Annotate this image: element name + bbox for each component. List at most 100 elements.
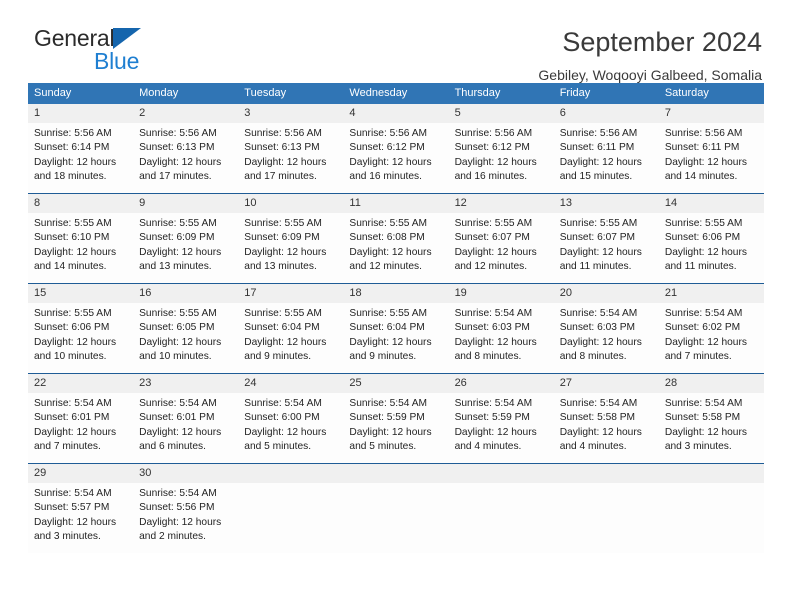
day-detail-line: Daylight: 12 hours xyxy=(34,336,117,348)
day-number: 20 xyxy=(553,284,659,303)
day-number: 14 xyxy=(658,194,764,213)
day-detail-line: and 5 minutes. xyxy=(349,441,417,453)
day-detail-line: and 7 minutes. xyxy=(664,351,732,363)
day-detail-line: and 4 minutes. xyxy=(454,441,522,453)
day-detail-line: Sunrise: 5:55 AM xyxy=(139,218,217,229)
day-details: Sunrise: 5:54 AM Sunset: 6:00 PM Daylight:… xyxy=(238,393,343,455)
day-detail-line: Sunrise: 5:54 AM xyxy=(664,398,743,409)
day-detail-line: and 11 minutes. xyxy=(559,261,632,273)
day-details: Sunrise: 5:56 AM Sunset: 6:14 PM Daylight:… xyxy=(28,123,133,185)
day-detail-line: Daylight: 12 hours xyxy=(454,426,537,438)
day-number: 7 xyxy=(658,104,764,123)
day-cell-3[interactable]: 3 Sunrise: 5:56 AM Sunset: 6:13 PM Daylight… xyxy=(238,104,344,193)
day-detail-line: and 12 minutes. xyxy=(349,261,422,273)
general-blue-logo: General Blue xyxy=(28,26,228,74)
weekday-header-monday: Monday xyxy=(139,87,179,99)
day-detail-line: Daylight: 12 hours xyxy=(664,336,747,348)
day-details: Sunrise: 5:54 AM Sunset: 5:58 PM Daylight:… xyxy=(554,393,659,455)
calendar-table: Sunday Monday Tuesday Wednesday Thursday Frid… xyxy=(28,83,764,553)
day-details: Sunrise: 5:55 AM Sunset: 6:10 PM Daylight:… xyxy=(28,213,133,275)
day-cell-6[interactable]: 6 Sunrise: 5:56 AM Sunset: 6:11 PM Daylight… xyxy=(553,104,659,193)
day-number: 24 xyxy=(238,374,344,393)
day-detail-line: Sunset: 6:05 PM xyxy=(139,322,215,334)
day-cell-18[interactable]: 18 Sunrise: 5:55 AM Sunset: 6:04 PM Dayligh… xyxy=(343,284,449,373)
day-detail-line: Sunrise: 5:56 AM xyxy=(34,128,112,139)
day-cell-7[interactable]: 7 Sunrise: 5:56 AM Sunset: 6:11 PM Daylight… xyxy=(658,104,764,193)
day-detail-line: and 3 minutes. xyxy=(34,531,101,543)
day-cell-16[interactable]: 16 Sunrise: 5:55 AM Sunset: 6:05 PM Dayligh… xyxy=(133,284,239,373)
day-cell-26[interactable]: 26 Sunrise: 5:54 AM Sunset: 5:59 PM Dayligh… xyxy=(448,374,554,463)
day-number: 10 xyxy=(238,194,344,213)
day-details: Sunrise: 5:55 AM Sunset: 6:06 PM Daylight:… xyxy=(28,303,133,365)
day-cell-11[interactable]: 11 Sunrise: 5:55 AM Sunset: 6:08 PM Dayligh… xyxy=(343,194,449,283)
day-detail-line: Daylight: 12 hours xyxy=(244,156,327,168)
logo-triangle-icon xyxy=(113,28,142,49)
day-detail-line: Sunset: 5:58 PM xyxy=(664,412,741,424)
day-detail-line: and 13 minutes. xyxy=(139,261,212,273)
day-detail-line: and 10 minutes. xyxy=(139,351,212,363)
calendar-week-row: 15 Sunrise: 5:55 AM Sunset: 6:06 PM Dayligh… xyxy=(28,283,764,373)
day-cell-20[interactable]: 20 Sunrise: 5:54 AM Sunset: 6:03 PM Dayligh… xyxy=(553,284,659,373)
day-detail-line: Daylight: 12 hours xyxy=(244,426,327,438)
day-cell-10[interactable]: 10 Sunrise: 5:55 AM Sunset: 6:09 PM Dayligh… xyxy=(238,194,344,283)
day-cell-17[interactable]: 17 Sunrise: 5:55 AM Sunset: 6:04 PM Dayligh… xyxy=(238,284,344,373)
day-detail-line: Sunrise: 5:54 AM xyxy=(349,398,428,409)
day-detail-line: Sunset: 6:12 PM xyxy=(349,142,425,154)
day-detail-line: Daylight: 12 hours xyxy=(349,426,432,438)
day-detail-line: Daylight: 12 hours xyxy=(559,336,642,348)
day-detail-line: and 8 minutes. xyxy=(559,351,627,363)
day-cell-27[interactable]: 27 Sunrise: 5:54 AM Sunset: 5:58 PM Dayligh… xyxy=(553,374,659,463)
day-detail-line: Sunrise: 5:55 AM xyxy=(664,218,743,229)
day-detail-line: Sunset: 6:06 PM xyxy=(34,322,110,334)
day-detail-line: Sunrise: 5:56 AM xyxy=(139,128,217,139)
day-cell-14[interactable]: 14 Sunrise: 5:55 AM Sunset: 6:06 PM Dayligh… xyxy=(658,194,764,283)
day-detail-line: Sunset: 5:57 PM xyxy=(34,502,110,514)
day-cell-empty xyxy=(343,464,449,553)
day-detail-line: and 5 minutes. xyxy=(244,441,312,453)
day-cell-5[interactable]: 5 Sunrise: 5:56 AM Sunset: 6:12 PM Daylight… xyxy=(448,104,554,193)
day-cell-28[interactable]: 28 Sunrise: 5:54 AM Sunset: 5:58 PM Dayligh… xyxy=(658,374,764,463)
day-detail-line: Sunset: 6:01 PM xyxy=(34,412,110,424)
day-cell-empty xyxy=(448,464,554,553)
day-cell-13[interactable]: 13 Sunrise: 5:55 AM Sunset: 6:07 PM Dayligh… xyxy=(553,194,659,283)
day-cell-8[interactable]: 8 Sunrise: 5:55 AM Sunset: 6:10 PM Daylight… xyxy=(28,194,134,283)
logo-text-blue: Blue xyxy=(94,48,140,74)
day-number: 26 xyxy=(448,374,554,393)
day-detail-line: and 6 minutes. xyxy=(139,441,206,453)
day-number: 3 xyxy=(238,104,344,123)
day-detail-line: Daylight: 12 hours xyxy=(664,426,747,438)
day-cell-1[interactable]: 1 Sunrise: 5:56 AM Sunset: 6:14 PM Daylight… xyxy=(28,104,134,193)
day-cell-12[interactable]: 12 Sunrise: 5:55 AM Sunset: 6:07 PM Dayligh… xyxy=(448,194,554,283)
day-cell-29[interactable]: 29 Sunrise: 5:54 AM Sunset: 5:57 PM Dayligh… xyxy=(28,464,134,553)
day-details: Sunrise: 5:54 AM Sunset: 6:03 PM Daylight:… xyxy=(449,303,554,365)
day-number: 2 xyxy=(133,104,239,123)
day-detail-line: Sunrise: 5:55 AM xyxy=(244,218,322,229)
day-cell-22[interactable]: 22 Sunrise: 5:54 AM Sunset: 6:01 PM Dayligh… xyxy=(28,374,134,463)
day-details: Sunrise: 5:55 AM Sunset: 6:06 PM Daylight:… xyxy=(659,213,764,275)
day-cell-15[interactable]: 15 Sunrise: 5:55 AM Sunset: 6:06 PM Dayligh… xyxy=(28,284,134,373)
day-details: Sunrise: 5:55 AM Sunset: 6:08 PM Daylight:… xyxy=(343,213,448,275)
day-detail-line: Sunrise: 5:55 AM xyxy=(139,308,217,319)
day-cell-21[interactable]: 21 Sunrise: 5:54 AM Sunset: 6:02 PM Dayligh… xyxy=(658,284,764,373)
day-cell-24[interactable]: 24 Sunrise: 5:54 AM Sunset: 6:00 PM Dayligh… xyxy=(238,374,344,463)
day-cell-2[interactable]: 2 Sunrise: 5:56 AM Sunset: 6:13 PM Daylight… xyxy=(133,104,239,193)
day-cell-4[interactable]: 4 Sunrise: 5:56 AM Sunset: 6:12 PM Daylight… xyxy=(343,104,449,193)
day-number: 16 xyxy=(133,284,239,303)
day-details: Sunrise: 5:55 AM Sunset: 6:05 PM Daylight:… xyxy=(133,303,238,365)
day-details: Sunrise: 5:55 AM Sunset: 6:07 PM Daylight:… xyxy=(449,213,554,275)
day-detail-line: Sunset: 6:12 PM xyxy=(454,142,530,154)
day-details: Sunrise: 5:56 AM Sunset: 6:11 PM Daylight:… xyxy=(554,123,659,185)
day-cell-23[interactable]: 23 Sunrise: 5:54 AM Sunset: 6:01 PM Dayligh… xyxy=(133,374,239,463)
day-detail-line: Daylight: 12 hours xyxy=(139,246,222,258)
day-details: Sunrise: 5:54 AM Sunset: 6:01 PM Daylight:… xyxy=(28,393,133,455)
day-detail-line: and 10 minutes. xyxy=(34,351,107,363)
day-cell-19[interactable]: 19 Sunrise: 5:54 AM Sunset: 6:03 PM Dayligh… xyxy=(448,284,554,373)
day-cell-9[interactable]: 9 Sunrise: 5:55 AM Sunset: 6:09 PM Daylight… xyxy=(133,194,239,283)
day-cell-25[interactable]: 25 Sunrise: 5:54 AM Sunset: 5:59 PM Dayligh… xyxy=(343,374,449,463)
day-number: 4 xyxy=(343,104,449,123)
day-detail-line: and 4 minutes. xyxy=(559,441,627,453)
day-detail-line: Sunset: 6:09 PM xyxy=(139,232,215,244)
day-detail-line: Sunset: 6:01 PM xyxy=(139,412,215,424)
day-cell-30[interactable]: 30 Sunrise: 5:54 AM Sunset: 5:56 PM Dayligh… xyxy=(133,464,239,553)
day-detail-line: and 16 minutes. xyxy=(454,171,528,183)
